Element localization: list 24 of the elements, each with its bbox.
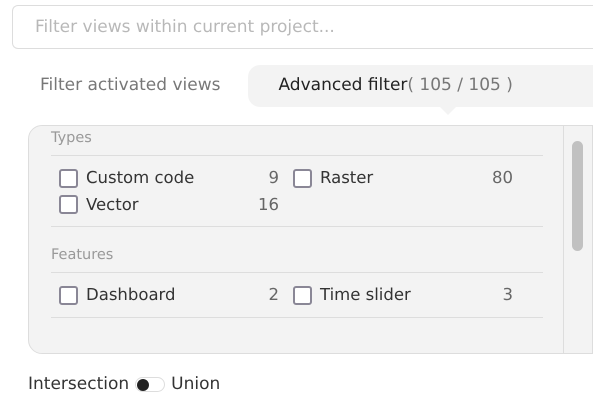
checkbox[interactable] [293, 168, 312, 188]
checkbox[interactable] [59, 286, 78, 305]
scrollbar-thumb[interactable] [572, 141, 583, 251]
checkbox[interactable] [59, 195, 78, 214]
tab[interactable]: Advanced filter( 105 / 105 ) [248, 65, 593, 107]
option-count: 9 [268, 166, 279, 189]
tab[interactable]: Filter activated views [12, 65, 248, 107]
checkbox[interactable] [293, 286, 312, 305]
option-label: Custom code [86, 166, 196, 189]
search-field[interactable]: Filter views within current project... [12, 5, 593, 49]
option-label: Raster [320, 166, 374, 189]
option-count: 16 [258, 194, 279, 216]
option-label: Dashboard [86, 284, 177, 306]
option-count: 80 [492, 166, 513, 189]
section-title: Features [51, 245, 543, 273]
intersection-label: Intersection [28, 373, 130, 396]
option-count: 3 [502, 284, 513, 306]
union-label: Union [171, 373, 220, 396]
section-title: Types [51, 128, 543, 156]
option-count: 2 [268, 284, 279, 306]
mode-switch[interactable] [135, 377, 166, 392]
option-label: Vector [86, 194, 140, 216]
option-label: Time slider [320, 284, 412, 306]
checkbox[interactable] [59, 168, 78, 188]
